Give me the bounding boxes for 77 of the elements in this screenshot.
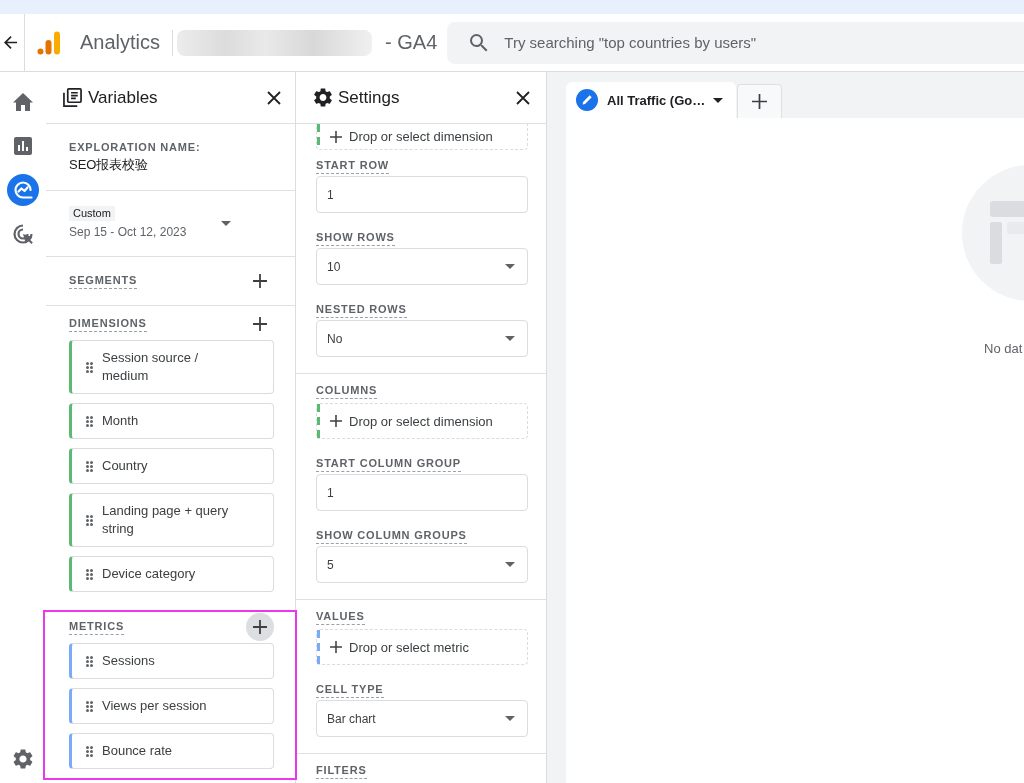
section-label: SEGMENTS (69, 273, 138, 289)
stacked-pages-icon (63, 88, 82, 107)
field-label: EXPLORATION NAME: (69, 140, 201, 154)
dropdown[interactable]: 10 (316, 248, 528, 285)
close-icon[interactable] (516, 90, 530, 105)
empty-message: No dat (984, 341, 1023, 357)
back-arrow-icon[interactable] (4, 36, 17, 49)
metric-chip[interactable]: Views per session (69, 688, 274, 724)
target-cursor-icon[interactable] (13, 224, 33, 244)
caret-icon (505, 562, 515, 567)
dimension-chip[interactable]: Device category (69, 556, 274, 592)
field-label: VALUES (316, 609, 365, 625)
dimension-chip[interactable]: Month (69, 403, 274, 439)
metric-chip[interactable]: Bounce rate (69, 733, 274, 769)
field-label: FILTERS (316, 763, 367, 779)
plus-icon (330, 415, 342, 427)
settings-icon (314, 88, 332, 107)
caret-icon (505, 716, 515, 721)
field-label: SHOW ROWS (316, 230, 395, 246)
plus-icon (253, 274, 267, 288)
dropdown[interactable]: Bar chart (316, 700, 528, 737)
section-label: METRICS (69, 619, 125, 635)
drag-handle-icon[interactable] (86, 745, 93, 757)
drag-handle-icon[interactable] (86, 655, 93, 667)
caret-icon (505, 264, 515, 269)
field-label: CELL TYPE (316, 682, 384, 698)
field-label: START ROW (316, 158, 389, 174)
dropdown[interactable]: 5 (316, 546, 528, 583)
field-label: COLUMNS (316, 383, 378, 399)
logo-icon[interactable] (37, 30, 61, 55)
plus-icon (330, 641, 342, 653)
field-label: NESTED ROWS (316, 302, 407, 318)
panel-title: Settings (338, 87, 400, 108)
drag-handle-icon[interactable] (86, 700, 93, 712)
dimension-chip[interactable]: Country (69, 448, 274, 484)
drag-handle-icon[interactable] (86, 568, 93, 580)
dimension-chip[interactable]: Session source / medium (69, 340, 274, 394)
property-name[interactable]: - GA4 (385, 31, 438, 54)
dimension-chip[interactable]: Landing page + query string (69, 493, 274, 547)
caret-icon[interactable] (221, 220, 231, 226)
field-label: START COLUMN GROUP (316, 456, 461, 472)
caret-icon (505, 336, 515, 341)
app-name: Analytics (80, 31, 161, 54)
preset-tag: Custom (69, 206, 115, 221)
trend-circle-icon[interactable] (7, 174, 39, 206)
drag-handle-icon[interactable] (86, 361, 93, 373)
close-icon[interactable] (267, 90, 281, 105)
input-field[interactable]: 1 (316, 474, 528, 511)
exploration-name[interactable]: SEO报表校验 (69, 156, 149, 174)
field-label: SHOW COLUMN GROUPS (316, 528, 467, 544)
add-tab-button[interactable] (737, 84, 782, 118)
input-field[interactable]: 1 (316, 176, 528, 213)
drop-zone[interactable]: Drop or select dimension (316, 403, 528, 439)
bar-chart-icon[interactable] (13, 136, 33, 156)
add-button[interactable] (246, 613, 274, 641)
search-icon (470, 33, 489, 52)
metric-chip[interactable]: Sessions (69, 643, 274, 679)
drop-zone[interactable]: Drop or select dimension (316, 124, 528, 150)
settings-icon[interactable] (13, 749, 33, 769)
search-field[interactable]: Try searching "top countries by users" (447, 21, 1024, 64)
table-illustration-icon (962, 165, 1024, 301)
panel-title: Variables (88, 87, 158, 108)
caret-icon[interactable] (713, 97, 723, 103)
pencil-icon (576, 89, 598, 111)
tab[interactable]: All Traffic (Go… (566, 82, 736, 118)
section-label: DIMENSIONS (69, 316, 147, 332)
drag-handle-icon[interactable] (86, 460, 93, 472)
drag-handle-icon[interactable] (86, 415, 93, 427)
plus-icon (253, 317, 267, 331)
dropdown[interactable]: No (316, 320, 528, 357)
date-range[interactable]: Sep 15 - Oct 12, 2023 (69, 224, 187, 240)
drop-zone[interactable]: Drop or select metric (316, 629, 528, 665)
home-icon[interactable] (13, 92, 33, 112)
plus-icon (752, 94, 767, 109)
plus-icon (253, 620, 267, 634)
drag-handle-icon[interactable] (86, 514, 93, 526)
plus-icon (330, 130, 342, 143)
